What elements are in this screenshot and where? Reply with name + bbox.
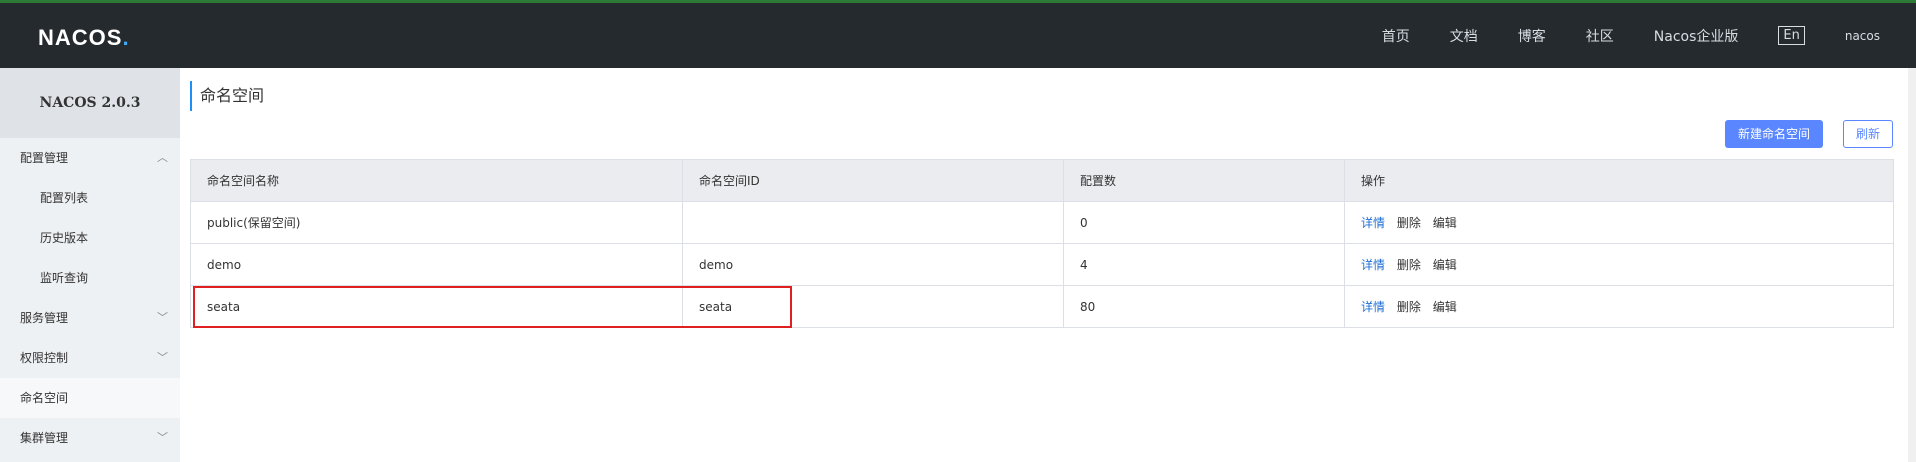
cell-count: 80 [1063, 285, 1345, 328]
sidebar-item-service-management[interactable]: 服务管理 ﹀ [0, 298, 180, 338]
edit-link[interactable]: 编辑 [1433, 216, 1457, 230]
chevron-up-icon: ︿ [157, 151, 168, 164]
namespace-table: 命名空间名称 命名空间ID 配置数 操作 public(保留空间) 0 详情 删… [190, 159, 1894, 328]
delete-link[interactable]: 删除 [1397, 258, 1421, 272]
cell-id: demo [682, 243, 1064, 286]
sidebar-item-cluster-management[interactable]: 集群管理 ﹀ [0, 418, 180, 458]
delete-link[interactable]: 删除 [1397, 216, 1421, 230]
new-namespace-button[interactable]: 新建命名空间 [1725, 120, 1823, 148]
top-nav: 首页 文档 博客 社区 Nacos企业版 En nacos [1382, 3, 1916, 68]
sidebar-item-access-control[interactable]: 权限控制 ﹀ [0, 338, 180, 378]
sidebar-item-label: 命名空间 [20, 391, 69, 405]
sidebar-item-label: 集群管理 [20, 431, 69, 445]
sidebar-item-label: 配置管理 [20, 151, 69, 165]
sidebar-item-label: 历史版本 [40, 231, 89, 245]
column-header-name: 命名空间名称 [190, 159, 683, 202]
cell-count: 0 [1063, 201, 1345, 244]
delete-link[interactable]: 删除 [1397, 300, 1421, 314]
logo-text: NACOS [38, 25, 123, 50]
edit-link[interactable]: 编辑 [1433, 300, 1457, 314]
main-content: 命名空间 新建命名空间 刷新 命名空间名称 命名空间ID 配置数 操作 publ… [180, 68, 1916, 462]
column-header-count: 配置数 [1063, 159, 1345, 202]
cell-id [682, 201, 1064, 244]
nav-docs[interactable]: 文档 [1450, 26, 1478, 46]
sidebar-item-config-management[interactable]: 配置管理 ︿ [0, 138, 180, 178]
nav-home[interactable]: 首页 [1382, 26, 1410, 46]
cell-actions: 详情 删除 编辑 [1344, 243, 1894, 286]
cell-name: demo [190, 243, 683, 286]
cell-actions: 详情 删除 编辑 [1344, 201, 1894, 244]
nacos-logo[interactable]: NACOS. [38, 25, 130, 51]
table-row: demo demo 4 详情 删除 编辑 [190, 243, 1894, 286]
user-name[interactable]: nacos [1845, 29, 1880, 43]
sidebar-title: NACOS 2.0.3 [0, 68, 180, 138]
sidebar-item-history[interactable]: 历史版本 [0, 218, 180, 258]
cell-count: 4 [1063, 243, 1345, 286]
nav-community[interactable]: 社区 [1586, 26, 1614, 46]
table-row: public(保留空间) 0 详情 删除 编辑 [190, 201, 1894, 244]
detail-link[interactable]: 详情 [1361, 216, 1385, 230]
nav-blog[interactable]: 博客 [1518, 26, 1546, 46]
detail-link[interactable]: 详情 [1361, 258, 1385, 272]
refresh-button[interactable]: 刷新 [1843, 120, 1893, 148]
column-header-id: 命名空间ID [682, 159, 1064, 202]
table-header-row: 命名空间名称 命名空间ID 配置数 操作 [190, 159, 1894, 202]
sidebar-item-label: 配置列表 [40, 191, 89, 205]
sidebar: NACOS 2.0.3 配置管理 ︿ 配置列表 历史版本 监听查询 服务管理 ﹀… [0, 68, 180, 462]
chevron-down-icon: ﹀ [157, 351, 168, 364]
sidebar-item-label: 监听查询 [40, 271, 89, 285]
sidebar-item-label: 权限控制 [20, 351, 69, 365]
table-row: seata seata 80 详情 删除 编辑 [190, 285, 1894, 328]
sidebar-item-config-list[interactable]: 配置列表 [0, 178, 180, 218]
top-navbar: NACOS. 首页 文档 博客 社区 Nacos企业版 En nacos [0, 0, 1916, 68]
cell-actions: 详情 删除 编辑 [1344, 285, 1894, 328]
cell-id: seata [682, 285, 1064, 328]
sidebar-item-listener-query[interactable]: 监听查询 [0, 258, 180, 298]
column-header-actions: 操作 [1344, 159, 1894, 202]
edit-link[interactable]: 编辑 [1433, 258, 1457, 272]
vertical-scrollbar[interactable] [1908, 68, 1916, 462]
sidebar-item-namespace[interactable]: 命名空间 [0, 378, 180, 418]
cell-name: public(保留空间) [190, 201, 683, 244]
cell-name: seata [190, 285, 683, 328]
logo-dot: . [122, 25, 130, 50]
detail-link[interactable]: 详情 [1361, 300, 1385, 314]
chevron-down-icon: ﹀ [157, 431, 168, 444]
sidebar-item-label: 服务管理 [20, 311, 69, 325]
nav-enterprise[interactable]: Nacos企业版 [1654, 26, 1739, 46]
language-toggle-button[interactable]: En [1778, 26, 1805, 45]
page-title: 命名空间 [190, 81, 264, 111]
chevron-down-icon: ﹀ [157, 311, 168, 324]
